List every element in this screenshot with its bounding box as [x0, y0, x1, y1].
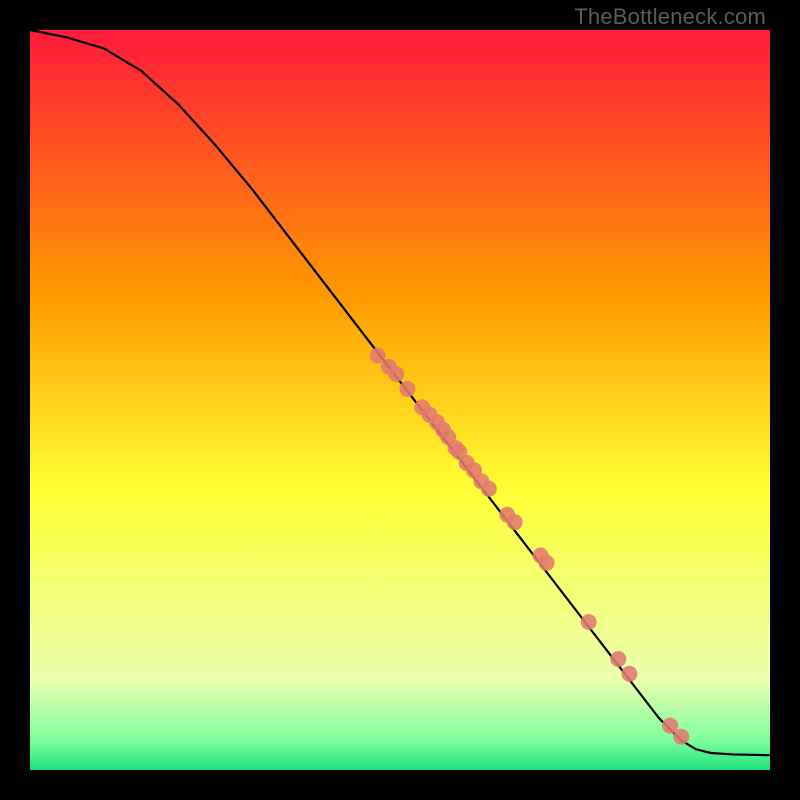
data-point	[621, 666, 637, 682]
gradient-background	[30, 30, 770, 770]
chart-frame	[30, 30, 770, 770]
data-point	[388, 366, 404, 382]
watermark-text: TheBottleneck.com	[574, 4, 766, 30]
data-point	[673, 729, 689, 745]
data-point	[481, 481, 497, 497]
chart-svg	[30, 30, 770, 770]
data-point	[507, 514, 523, 530]
data-point	[539, 555, 555, 571]
data-point	[610, 651, 626, 667]
data-point	[399, 381, 415, 397]
data-point	[581, 614, 597, 630]
